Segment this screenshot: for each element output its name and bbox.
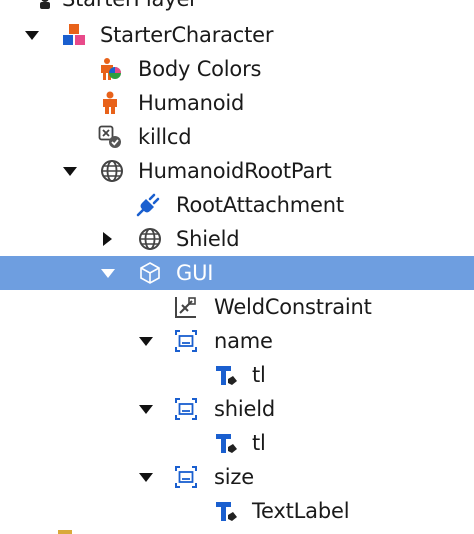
expand-caret[interactable]	[58, 154, 80, 188]
tree-label: tl	[252, 431, 266, 455]
body-colors-icon	[98, 57, 122, 81]
text-label-icon	[214, 363, 238, 387]
part-globe-icon	[100, 159, 124, 183]
tree-row-textlabel[interactable]: TextLabel	[0, 494, 474, 528]
tree-label: Body Colors	[138, 57, 262, 81]
folder-icon	[58, 530, 72, 534]
value-object-icon	[98, 125, 122, 149]
tree-row-killcd[interactable]: killcd	[0, 120, 474, 154]
text-label-icon	[214, 431, 238, 455]
tree-row-tl[interactable]: tl	[0, 358, 474, 392]
explorer-tree: StarterPlayer StarterCharacter	[0, 0, 474, 534]
tree-label: Humanoid	[138, 91, 245, 115]
tree-label: StarterCharacter	[100, 23, 274, 47]
tree-row-shield-gui[interactable]: shield	[0, 392, 474, 426]
tree-label: RootAttachment	[176, 193, 344, 217]
expand-caret[interactable]	[134, 392, 156, 426]
tree-label: GUI	[176, 261, 214, 285]
attachment-plug-icon	[136, 193, 160, 217]
billboard-frame-icon	[174, 397, 198, 421]
tree-row-body-colors[interactable]: Body Colors	[0, 52, 474, 86]
tree-label: StarterPlayer	[62, 0, 198, 16]
tree-row-rootattachment[interactable]: RootAttachment	[0, 188, 474, 222]
expand-caret[interactable]	[96, 256, 118, 290]
tree-row-tl[interactable]: tl	[0, 426, 474, 460]
tree-label: WeldConstraint	[214, 295, 372, 319]
tree-row-starterplayer[interactable]: StarterPlayer	[0, 0, 474, 16]
collapse-caret[interactable]	[96, 222, 118, 256]
tree-row-name[interactable]: name	[0, 324, 474, 358]
tree-row-humanoid[interactable]: Humanoid	[0, 86, 474, 120]
expand-caret[interactable]	[134, 324, 156, 358]
expand-caret[interactable]	[134, 460, 156, 494]
tree-label: Shield	[176, 227, 240, 251]
surface-gui-cube-icon	[138, 261, 162, 285]
tree-label: name	[214, 329, 273, 353]
weld-constraint-icon	[174, 295, 198, 319]
tree-label: HumanoidRootPart	[138, 159, 332, 183]
tree-row-size[interactable]: size	[0, 460, 474, 494]
tree-row-startercharacter[interactable]: StarterCharacter	[0, 18, 474, 52]
humanoid-icon	[98, 91, 122, 115]
model-icon	[62, 23, 86, 47]
billboard-frame-icon	[174, 465, 198, 489]
billboard-frame-icon	[174, 329, 198, 353]
tree-row-gui[interactable]: GUI	[0, 256, 474, 290]
tree-label: killcd	[138, 125, 192, 149]
tree-label: shield	[214, 397, 275, 421]
tree-row-shield[interactable]: Shield	[0, 222, 474, 256]
tree-label: tl	[252, 363, 266, 387]
tree-row-weldconstraint[interactable]: WeldConstraint	[0, 290, 474, 324]
tree-row-humanoidrootpart[interactable]: HumanoidRootPart	[0, 154, 474, 188]
tree-label: size	[214, 465, 254, 489]
expand-caret[interactable]	[20, 18, 42, 52]
tree-label: TextLabel	[252, 499, 350, 523]
part-globe-icon	[138, 227, 162, 251]
text-label-icon	[214, 499, 238, 523]
starter-player-icon	[28, 0, 52, 11]
